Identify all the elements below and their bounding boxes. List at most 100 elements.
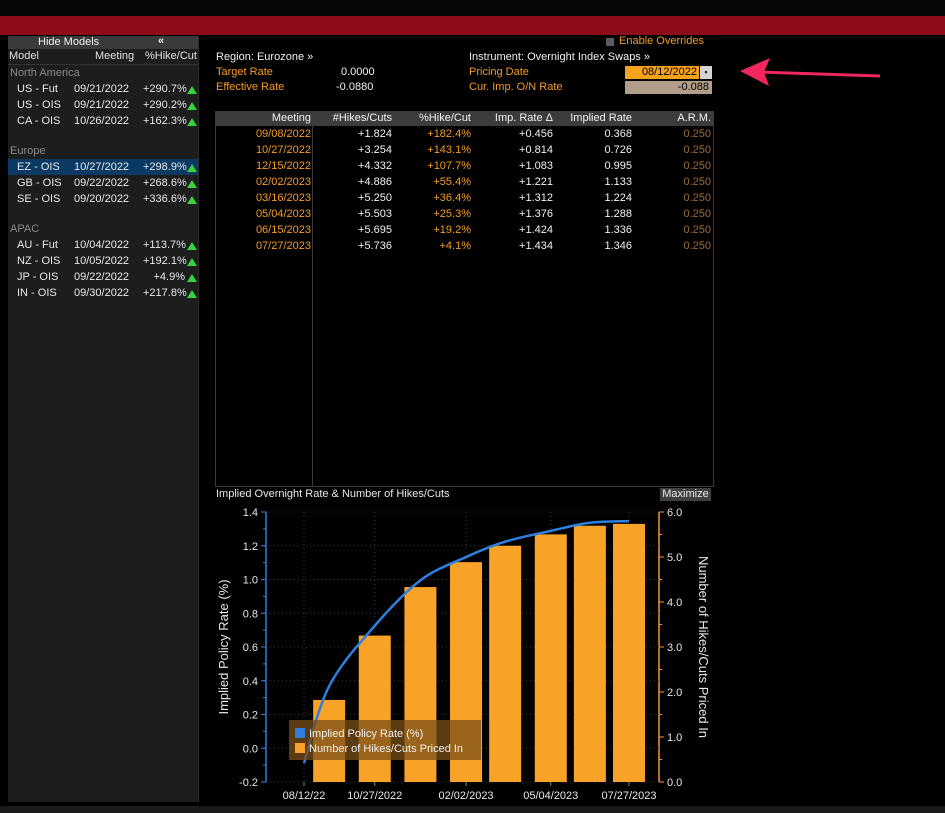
model-row[interactable]: NZ - OIS 10/05/2022 +192.1% — [8, 253, 198, 269]
left-tick-label: 0.6 — [243, 642, 258, 654]
left-tick-label: -0.2 — [239, 777, 258, 789]
col-imp-rate-delta[interactable]: Imp. Rate Δ — [495, 112, 553, 124]
table-row[interactable]: 03/16/2023 +5.250 +36.4% +1.312 1.224 0.250 — [216, 190, 713, 206]
model-name: US - Fut — [17, 83, 58, 95]
models-header: Model Meeting %Hike/Cut — [8, 50, 198, 65]
model-row[interactable]: US - OIS 09/21/2022 +290.2% — [8, 97, 198, 113]
chart-bar — [613, 523, 645, 782]
row-arm: 0.250 — [683, 192, 711, 204]
right-tick-label: 4.0 — [667, 597, 682, 609]
table-row[interactable]: 07/27/2023 +5.736 +4.1% +1.434 1.346 0.250 — [216, 238, 713, 254]
legend-swatch-bar — [295, 743, 305, 753]
model-row[interactable]: GB - OIS 09/22/2022 +268.6% — [8, 175, 198, 191]
up-arrow-icon — [187, 102, 197, 110]
region-selector[interactable]: Region: Eurozone » — [216, 51, 313, 63]
model-row[interactable]: EZ - OIS 10/27/2022 +298.9% — [8, 159, 198, 175]
row-imp-rate-delta: +1.376 — [519, 208, 553, 220]
row-meeting: 07/27/2023 — [255, 240, 311, 252]
model-name: NZ - OIS — [17, 255, 61, 267]
row-imp-rate-delta: +1.083 — [519, 160, 553, 172]
x-tick-label: 02/02/2023 — [439, 790, 494, 802]
y2-axis-title: Number of Hikes/Cuts Priced In — [696, 556, 711, 738]
up-arrow-icon — [187, 196, 197, 204]
up-arrow-icon — [187, 180, 197, 188]
right-tick-label: 5.0 — [667, 552, 682, 564]
table-row[interactable]: 09/08/2022 +1.824 +182.4% +0.456 0.368 0.250 — [216, 126, 713, 142]
enable-overrides-checkbox[interactable] — [606, 38, 614, 46]
hide-models-button[interactable]: Hide Models — [38, 36, 99, 48]
chart-title: Implied Overnight Rate & Number of Hikes… — [216, 488, 450, 500]
double-chevron-left-icon[interactable]: « — [158, 35, 164, 47]
row-imp-rate-delta: +1.312 — [519, 192, 553, 204]
effective-rate-value: -0.0880 — [336, 81, 374, 93]
model-pct-hike: +113.7% — [143, 239, 186, 251]
table-row[interactable]: 05/04/2023 +5.503 +25.3% +1.376 1.288 0.250 — [216, 206, 713, 222]
model-meeting: 09/21/2022 — [74, 83, 130, 95]
col-implied-rate[interactable]: Implied Rate — [570, 112, 632, 124]
model-pct-hike: +217.8% — [143, 287, 187, 299]
row-arm: 0.250 — [683, 176, 711, 188]
pct-hike-column-header[interactable]: %Hike/Cut — [145, 50, 197, 62]
row-hikes: +4.886 — [358, 176, 392, 188]
rate-chart: 1.4 1.2 1.0 0.8 0.6 0.4 0.2 0.0 -0.2 6.0 5.0 4.0 3.0… — [216, 507, 711, 802]
model-column-header[interactable]: Model — [9, 50, 39, 62]
table-row[interactable]: 02/02/2023 +4.886 +55.4% +1.221 1.133 0.250 — [216, 174, 713, 190]
model-row[interactable]: US - Fut 09/21/2022 +290.7% — [8, 81, 198, 97]
model-name: JP - OIS — [17, 271, 59, 283]
model-name: GB - OIS — [17, 177, 62, 189]
row-pct-hike: +25.3% — [433, 208, 471, 220]
legend-label-bar: Number of Hikes/Cuts Priced In — [309, 743, 463, 755]
row-implied-rate: 0.726 — [604, 144, 632, 156]
target-rate-label: Target Rate — [216, 66, 273, 78]
model-meeting: 09/22/2022 — [74, 177, 130, 189]
left-tick-label: 0.2 — [243, 710, 258, 722]
instrument-selector[interactable]: Instrument: Overnight Index Swaps » — [469, 51, 650, 63]
row-implied-rate: 1.288 — [604, 208, 632, 220]
model-row[interactable]: IN - OIS 09/30/2022 +217.8% — [8, 285, 198, 301]
col-pct-hike[interactable]: %Hike/Cut — [419, 112, 471, 124]
model-name: US - OIS — [17, 99, 62, 111]
meetings-table: Meeting #Hikes/Cuts %Hike/Cut Imp. Rate … — [215, 111, 714, 487]
title-bar — [0, 16, 945, 35]
left-tick-label: 1.4 — [243, 507, 258, 519]
up-arrow-icon — [187, 118, 197, 126]
chart-bar — [573, 525, 606, 782]
x-tick-label: 05/04/2023 — [523, 790, 578, 802]
model-row[interactable]: SE - OIS 09/20/2022 +336.6% — [8, 191, 198, 207]
calendar-icon[interactable]: ▪ — [700, 66, 712, 79]
up-arrow-icon — [187, 258, 197, 266]
pricing-date-label: Pricing Date — [469, 66, 529, 78]
y-axis-title: Implied Policy Rate (%) — [216, 579, 231, 714]
model-pct-hike: +298.9% — [143, 161, 187, 173]
row-imp-rate-delta: +1.424 — [519, 224, 553, 236]
enable-overrides-label[interactable]: Enable Overrides — [619, 35, 704, 47]
col-hikes[interactable]: #Hikes/Cuts — [333, 112, 392, 124]
table-row[interactable]: 06/15/2023 +5.695 +19.2% +1.424 1.336 0.250 — [216, 222, 713, 238]
left-tick-label: 0.8 — [243, 608, 258, 620]
model-pct-hike: +336.6% — [143, 193, 187, 205]
model-row[interactable]: CA - OIS 10/26/2022 +162.3% — [8, 113, 198, 129]
col-arm[interactable]: A.R.M. — [677, 112, 711, 124]
hide-models-bar[interactable]: Hide Models « — [8, 35, 198, 49]
table-row[interactable]: 10/27/2022 +3.254 +143.1% +0.814 0.726 0.250 — [216, 142, 713, 158]
row-implied-rate: 1.224 — [604, 192, 632, 204]
table-row[interactable]: 12/15/2022 +4.332 +107.7% +1.083 0.995 0.250 — [216, 158, 713, 174]
model-pct-hike: +162.3% — [143, 115, 187, 127]
model-row[interactable]: AU - Fut 10/04/2022 +113.7% — [8, 237, 198, 253]
row-implied-rate: 0.995 — [604, 160, 632, 172]
up-arrow-icon — [187, 86, 197, 94]
model-name: AU - Fut — [17, 239, 58, 251]
up-arrow-icon — [187, 274, 197, 282]
x-tick-label: 07/27/2023 — [601, 790, 656, 802]
model-row[interactable]: JP - OIS 09/22/2022 +4.9% — [8, 269, 198, 285]
row-meeting: 10/27/2022 — [255, 144, 311, 156]
maximize-button[interactable]: Maximize — [660, 488, 711, 501]
on-rate-field[interactable]: -0.088 — [625, 81, 712, 94]
right-tick-label: 0.0 — [667, 777, 682, 789]
meeting-column-header[interactable]: Meeting — [95, 50, 134, 62]
row-meeting: 05/04/2023 — [255, 208, 311, 220]
model-meeting: 10/26/2022 — [74, 115, 130, 127]
row-hikes: +5.250 — [358, 192, 392, 204]
pricing-date-input[interactable]: 08/12/2022 — [625, 66, 699, 79]
col-meeting[interactable]: Meeting — [272, 112, 311, 124]
